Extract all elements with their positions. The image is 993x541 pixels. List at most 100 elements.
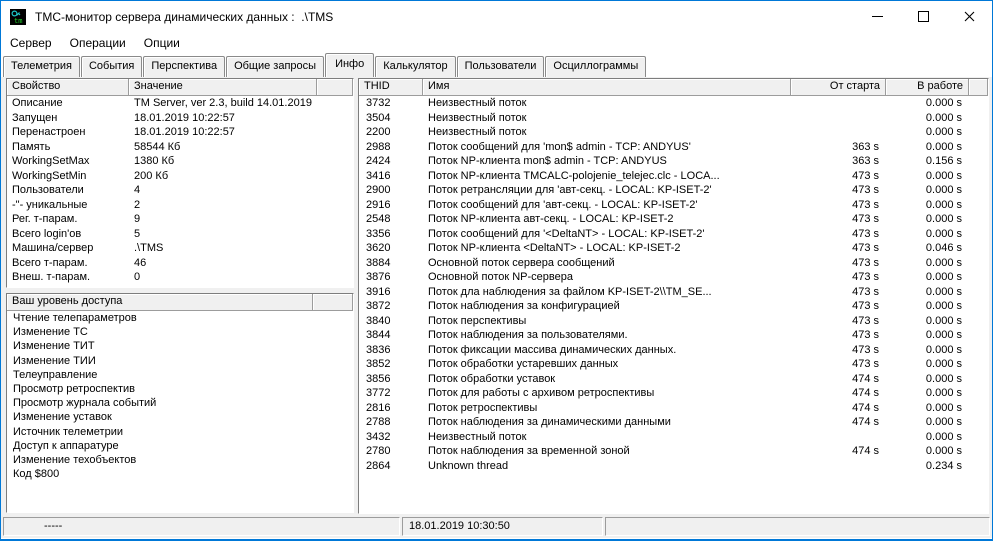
table-row[interactable]: WorkingSetMax1380 Кб — [7, 154, 353, 169]
list-item[interactable]: Код $800 — [7, 467, 353, 481]
thread-id-cell: 3732 — [359, 96, 423, 111]
list-item[interactable]: Доступ к аппаратуре — [7, 439, 353, 453]
thread-busy-cell: 0.000 s — [886, 96, 969, 111]
list-item[interactable]: Телеуправление — [7, 368, 353, 382]
thread-name-cell: Поток обработки устаревших данных — [423, 357, 791, 372]
thread-id-cell: 3840 — [359, 314, 423, 329]
list-item[interactable]: Изменение ТС — [7, 325, 353, 339]
table-row[interactable]: 3840Поток перспективы473 s0.000 s — [359, 314, 988, 329]
table-row[interactable]: 3432Неизвестный поток0.000 s — [359, 430, 988, 445]
property-name-cell: WorkingSetMin — [7, 169, 129, 184]
minimize-button[interactable] — [854, 1, 900, 32]
column-header-property[interactable]: Свойство — [7, 79, 129, 96]
menu-item-0[interactable]: Сервер — [1, 34, 61, 52]
table-row[interactable]: 3732Неизвестный поток0.000 s — [359, 96, 988, 111]
column-header-thid[interactable]: THID — [359, 79, 423, 96]
threads-list: 3732Неизвестный поток0.000 s3504Неизвест… — [359, 96, 988, 473]
table-row[interactable]: Внеш. т-парам.0 — [7, 270, 353, 285]
thread-busy-cell: 0.000 s — [886, 285, 969, 300]
list-item[interactable]: Просмотр ретроспектив — [7, 382, 353, 396]
table-row[interactable]: Память58544 Кб — [7, 140, 353, 155]
column-header-value[interactable]: Значение — [129, 79, 317, 96]
tab-2[interactable]: Перспектива — [143, 56, 225, 77]
table-row[interactable]: 3856Поток обработки уставок474 s0.000 s — [359, 372, 988, 387]
table-row[interactable]: Всего т-парам.46 — [7, 256, 353, 271]
thread-from-start-cell — [791, 430, 886, 445]
thread-id-cell: 3856 — [359, 372, 423, 387]
thread-name-cell: Поток фиксации массива динамических данн… — [423, 343, 791, 358]
thread-from-start-cell — [791, 125, 886, 140]
thread-id-cell: 2916 — [359, 198, 423, 213]
property-name-cell: Пользователи — [7, 183, 129, 198]
access-level-panel: Ваш уровень доступа Чтение телепараметро… — [6, 293, 354, 513]
table-row[interactable]: 2548Поток NP-клиента авт-секц. - LOCAL: … — [359, 212, 988, 227]
table-row[interactable]: Пользователи4 — [7, 183, 353, 198]
menu-item-1[interactable]: Операции — [61, 34, 135, 52]
table-row[interactable]: 3844Поток наблюдения за пользователями.4… — [359, 328, 988, 343]
maximize-button[interactable] — [900, 1, 946, 32]
table-row[interactable]: 2816Поток ретроспективы474 s0.000 s — [359, 401, 988, 416]
table-row[interactable]: 2900Поток ретрансляции для 'авт-секц. - … — [359, 183, 988, 198]
thread-id-cell: 3504 — [359, 111, 423, 126]
tab-0[interactable]: Телеметрия — [3, 56, 80, 77]
maximize-icon — [918, 11, 929, 22]
column-header-busy[interactable]: В работе — [886, 79, 969, 96]
list-item[interactable]: Чтение телепараметров — [7, 311, 353, 325]
thread-id-cell: 3876 — [359, 270, 423, 285]
column-header-from-start[interactable]: От старта — [791, 79, 886, 96]
list-item[interactable]: Изменение ТИТ — [7, 339, 353, 353]
tab-5[interactable]: Калькулятор — [375, 56, 455, 77]
table-row[interactable]: 2200Неизвестный поток0.000 s — [359, 125, 988, 140]
list-item[interactable]: Изменение ТИИ — [7, 354, 353, 368]
table-row[interactable]: 2780Поток наблюдения за временной зоной4… — [359, 444, 988, 459]
table-row[interactable]: 2864Unknown thread0.234 s — [359, 459, 988, 474]
table-row[interactable]: 3356Поток сообщений для '<DeltaNT> - LOC… — [359, 227, 988, 242]
table-row[interactable]: 3852Поток обработки устаревших данных473… — [359, 357, 988, 372]
tab-7[interactable]: Осциллограммы — [545, 56, 646, 77]
table-row[interactable]: 2788Поток наблюдения за динамическими да… — [359, 415, 988, 430]
tab-6[interactable]: Пользователи — [457, 56, 545, 77]
table-row[interactable]: -"- уникальные2 — [7, 198, 353, 213]
table-row[interactable]: Рег. т-парам.9 — [7, 212, 353, 227]
property-value-cell: 4 — [129, 183, 353, 198]
table-row[interactable]: ОписаниеTM Server, ver 2.3, build 14.01.… — [7, 96, 353, 111]
table-row[interactable]: Всего login'ов5 — [7, 227, 353, 242]
property-value-cell: TM Server, ver 2.3, build 14.01.2019 — [129, 96, 353, 111]
list-item[interactable]: Изменение уставок — [7, 410, 353, 424]
table-row[interactable]: 3876Основной поток NP-сервера473 s0.000 … — [359, 270, 988, 285]
table-row[interactable]: WorkingSetMin200 Кб — [7, 169, 353, 184]
table-row[interactable]: 3416Поток NP-клиента TMCALC-polojenie_te… — [359, 169, 988, 184]
list-item[interactable]: Изменение техобъектов — [7, 453, 353, 467]
table-row[interactable]: 3772Поток для работы с архивом ретроспек… — [359, 386, 988, 401]
table-row[interactable]: 3836Поток фиксации массива динамических … — [359, 343, 988, 358]
table-row[interactable]: Машина/сервер.\TMS — [7, 241, 353, 256]
thread-busy-cell: 0.000 s — [886, 386, 969, 401]
thread-name-cell: Основной поток NP-сервера — [423, 270, 791, 285]
tab-1[interactable]: События — [81, 56, 142, 77]
table-row[interactable]: 2424Поток NP-клиента mon$ admin - TCP: A… — [359, 154, 988, 169]
thread-busy-cell: 0.000 s — [886, 111, 969, 126]
thread-busy-cell: 0.000 s — [886, 444, 969, 459]
thread-from-start-cell: 363 s — [791, 154, 886, 169]
table-row[interactable]: 3884Основной поток сервера сообщений473 … — [359, 256, 988, 271]
thread-from-start-cell: 473 s — [791, 241, 886, 256]
thread-busy-cell: 0.000 s — [886, 183, 969, 198]
menu-item-2[interactable]: Опции — [135, 34, 189, 52]
list-item[interactable]: Просмотр журнала событий — [7, 396, 353, 410]
table-row[interactable]: 2988Поток сообщений для 'mon$ admin - TC… — [359, 140, 988, 155]
list-item[interactable]: Источник телеметрии — [7, 425, 353, 439]
table-row[interactable]: 3916Поток дла наблюдения за файлом KP-IS… — [359, 285, 988, 300]
table-row[interactable]: 3620Поток NP-клиента <DeltaNT> - LOCAL: … — [359, 241, 988, 256]
table-row[interactable]: Запущен18.01.2019 10:22:57 — [7, 111, 353, 126]
table-row[interactable]: 3872Поток наблюдения за конфигурацией473… — [359, 299, 988, 314]
column-header-name[interactable]: Имя — [423, 79, 791, 96]
close-button[interactable] — [946, 1, 992, 32]
column-header-access-level[interactable]: Ваш уровень доступа — [7, 294, 313, 311]
table-row[interactable]: 3504Неизвестный поток0.000 s — [359, 111, 988, 126]
thread-busy-cell: 0.000 s — [886, 328, 969, 343]
tab-3[interactable]: Общие запросы — [226, 56, 324, 77]
table-row[interactable]: Перенастроен18.01.2019 10:22:57 — [7, 125, 353, 140]
table-row[interactable]: 2916Поток сообщений для 'авт-секц. - LOC… — [359, 198, 988, 213]
thread-busy-cell: 0.046 s — [886, 241, 969, 256]
tab-4[interactable]: Инфо — [325, 53, 374, 77]
